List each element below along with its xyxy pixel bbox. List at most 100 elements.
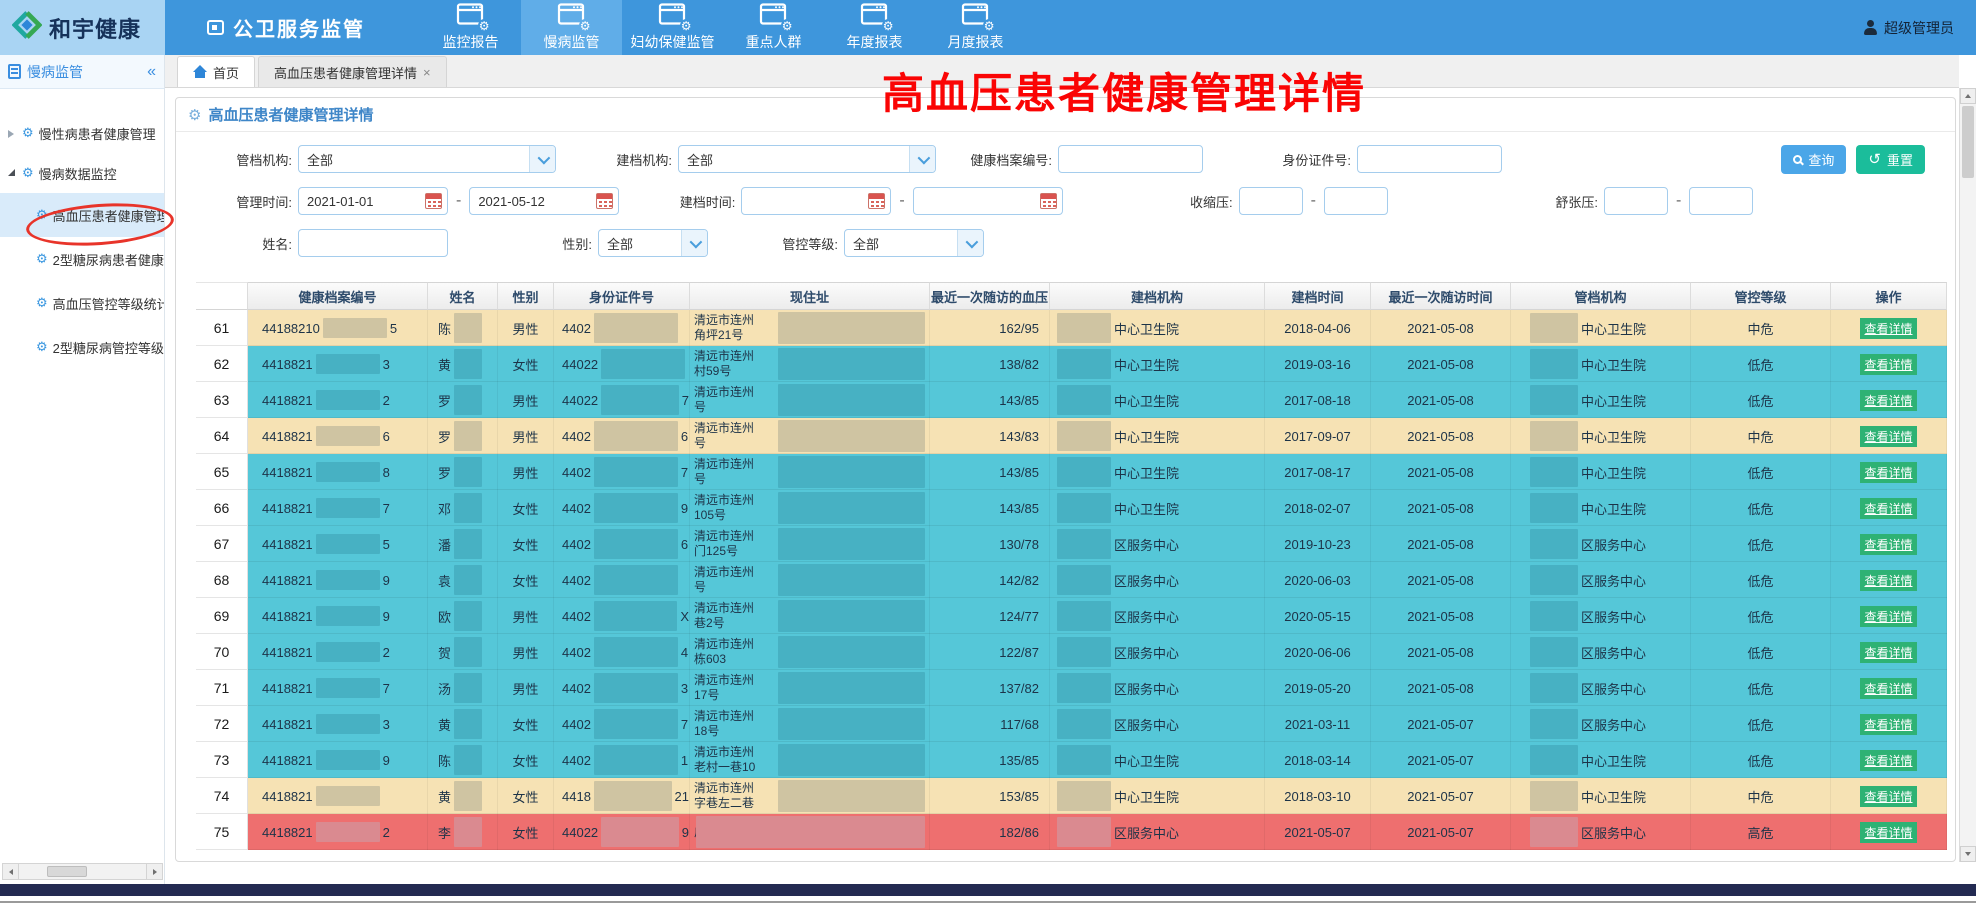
cell-archive-no: 44188212 [248, 634, 428, 670]
file-time-end-input[interactable] [913, 187, 1063, 215]
view-details-link[interactable]: 查看详情 [1860, 354, 1916, 375]
table-row[interactable]: 7344188219陈女性44021清远市连州老村一巷10135/85中心卫生院… [196, 742, 1947, 778]
nav-item-active[interactable]: ⚙慢病监管 [521, 0, 622, 55]
sidebar-item[interactable]: ⚙2型糖尿病管控等级统计 [0, 325, 164, 369]
view-details-link[interactable]: 查看详情 [1860, 750, 1916, 771]
view-details-link[interactable]: 查看详情 [1860, 786, 1916, 807]
cell-address: 清远市连州号 [690, 382, 930, 418]
id-prefix: 4402 [562, 753, 591, 768]
triangle-right-icon [153, 869, 157, 875]
systolic-label: 收缩压: [1133, 192, 1233, 211]
file-org-text: 区服务中心 [1114, 679, 1179, 698]
view-details-link[interactable]: 查看详情 [1860, 318, 1916, 339]
table-row[interactable]: 6344188212罗男性440227清远市连州号143/85中心卫生院2017… [196, 382, 1947, 418]
redacted-block [1530, 565, 1578, 595]
view-details-link[interactable]: 查看详情 [1860, 534, 1916, 555]
name-text: 黄 [438, 355, 451, 374]
vertical-scrollbar[interactable] [1959, 88, 1976, 862]
redacted-block [594, 637, 678, 667]
table-row[interactable]: 7044188212贺男性44024清远市连州栋603122/87区服务中心20… [196, 634, 1947, 670]
sidebar-horizontal-scrollbar[interactable] [2, 863, 163, 880]
scroll-down-button[interactable] [1960, 846, 1976, 862]
vertical-scrollbar-thumb[interactable] [1962, 106, 1974, 178]
file-time-start-input[interactable] [741, 187, 891, 215]
table-row[interactable]: 6844188219袁女性4402清远市连州号142/82区服务中心2020-0… [196, 562, 1947, 598]
diastolic-min-input[interactable] [1604, 187, 1668, 215]
file-org-select[interactable]: 全部 [678, 145, 936, 173]
systolic-min-input[interactable] [1239, 187, 1303, 215]
redacted-block [316, 786, 380, 806]
gender-select[interactable]: 全部 [598, 229, 708, 257]
sidebar-item[interactable]: ⚙高血压管控等级统计报 [0, 281, 164, 325]
nav-item[interactable]: ⚙年度报表 [824, 0, 925, 55]
id-no-input[interactable] [1357, 145, 1502, 173]
window-gear-icon: ⚙ [456, 3, 486, 29]
name-text: 李 [438, 823, 451, 842]
table-row[interactable]: 6444188216罗男性44026清远市连州号143/83中心卫生院2017-… [196, 418, 1947, 454]
address-line1: 清远市连州 [694, 385, 754, 400]
nav-item[interactable]: ⚙月度报表 [925, 0, 1026, 55]
address-line2: 号 [694, 580, 706, 595]
archive-no-input[interactable] [1058, 145, 1203, 173]
sidebar-item[interactable]: ⚙慢性病患者健康管理 [0, 113, 164, 153]
scroll-up-button[interactable] [1960, 88, 1976, 104]
tab-hypertension-detail[interactable]: 高血压患者健康管理详情 × [258, 56, 447, 87]
table-row[interactable]: 6744188215潘女性44026清远市连州门125号130/78区服务中心2… [196, 526, 1947, 562]
collapse-sidebar-icon[interactable]: « [147, 63, 156, 81]
view-details-link[interactable]: 查看详情 [1860, 390, 1916, 411]
systolic-max-input[interactable] [1324, 187, 1388, 215]
manage-org-text: 中心卫生院 [1581, 319, 1646, 338]
id-prefix: 4402 [562, 429, 591, 444]
table-row[interactable]: 6544188218罗男性44027清远市连州号143/85中心卫生院2017-… [196, 454, 1947, 490]
view-details-link[interactable]: 查看详情 [1860, 714, 1916, 735]
table-row[interactable]: 6244188213黄女性44022清远市连州村59号138/82中心卫生院20… [196, 346, 1947, 382]
manage-org-select[interactable]: 全部 [298, 145, 556, 173]
manage-time-end-input[interactable]: 2021-05-12 [469, 187, 619, 215]
tab-close-icon[interactable]: × [423, 65, 431, 80]
table-row[interactable]: 61441882105陈男性4402清远市连州角坪21号162/95中心卫生院2… [196, 310, 1947, 346]
redacted-block [316, 714, 380, 734]
cell-manage-org: 中心卫生院 [1511, 310, 1691, 346]
nav-item[interactable]: ⚙监控报告 [420, 0, 521, 55]
reset-button[interactable]: ↺ 重置 [1856, 145, 1925, 174]
name-input[interactable] [298, 229, 448, 257]
horizontal-scrollbar-thumb[interactable] [47, 866, 87, 877]
risk-level-select[interactable]: 全部 [844, 229, 984, 257]
sidebar-item[interactable]: ⚙高血压患者健康管理详 [0, 193, 164, 237]
scroll-right-button[interactable] [146, 864, 162, 879]
cell-file-date: 2018-03-10 [1265, 778, 1371, 814]
file-org-text: 区服务中心 [1114, 643, 1179, 662]
cell-gender: 男性 [498, 634, 554, 670]
table-row[interactable]: 6644188217邓女性44029清远市连州105号143/85中心卫生院20… [196, 490, 1947, 526]
archive-suffix: 5 [390, 321, 397, 336]
cell-blood-pressure: 130/78 [930, 526, 1050, 562]
user-menu[interactable]: 超级管理员 [1863, 0, 1954, 55]
nav-item[interactable]: ⚙重点人群 [723, 0, 824, 55]
sidebar-item[interactable]: ⚙2型糖尿病患者健康管理 [0, 237, 164, 281]
tab-home[interactable]: 首页 [177, 56, 255, 87]
view-details-link[interactable]: 查看详情 [1860, 570, 1916, 591]
table-row[interactable]: 744418821黄女性441821清远市连州字巷左二巷153/85中心卫生院2… [196, 778, 1947, 814]
view-details-link[interactable]: 查看详情 [1860, 822, 1916, 843]
table-row[interactable]: 7244188213黄女性44027清远市连州18号117/68区服务中心202… [196, 706, 1947, 742]
redacted-block [594, 565, 678, 595]
table-row[interactable]: 7544188212李女性440229广东省清远182/86区服务中心2021-… [196, 814, 1947, 850]
diastolic-max-input[interactable] [1689, 187, 1753, 215]
cell-file-date: 2020-06-06 [1265, 634, 1371, 670]
manage-org-text: 区服务中心 [1581, 535, 1646, 554]
view-details-link[interactable]: 查看详情 [1860, 426, 1916, 447]
search-button[interactable]: 查询 [1781, 145, 1846, 174]
view-details-link[interactable]: 查看详情 [1860, 462, 1916, 483]
chevron-down-icon [909, 146, 935, 172]
view-details-link[interactable]: 查看详情 [1860, 606, 1916, 627]
table-row[interactable]: 7144188217汤男性44023清远市连州17号137/82区服务中心201… [196, 670, 1947, 706]
view-details-link[interactable]: 查看详情 [1860, 642, 1916, 663]
view-details-link[interactable]: 查看详情 [1860, 498, 1916, 519]
manage-time-start-input[interactable]: 2021-01-01 [298, 187, 448, 215]
view-details-link[interactable]: 查看详情 [1860, 678, 1916, 699]
archive-suffix: 3 [383, 357, 390, 372]
table-row[interactable]: 6944188219欧男性4402X清远市连州巷2号124/77区服务中心202… [196, 598, 1947, 634]
scroll-left-button[interactable] [3, 864, 19, 879]
sidebar-item[interactable]: ⚙慢病数据监控 [0, 153, 164, 193]
nav-item[interactable]: ⚙妇幼保健监管 [622, 0, 723, 55]
